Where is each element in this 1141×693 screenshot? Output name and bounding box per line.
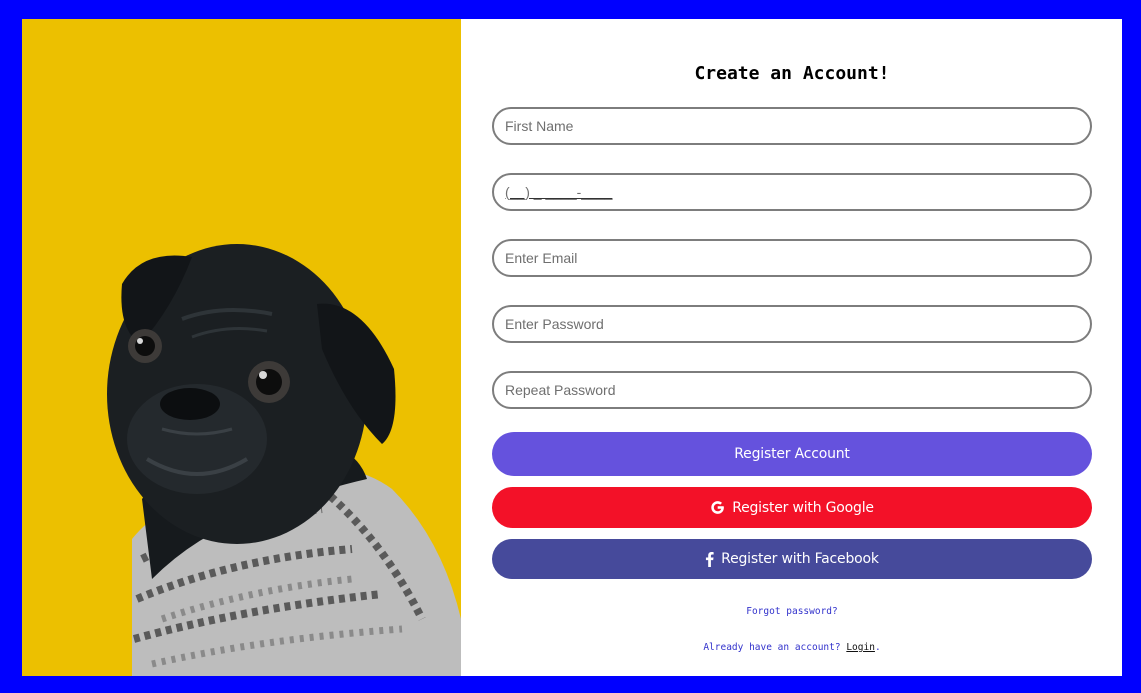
google-icon bbox=[710, 500, 725, 515]
password-input[interactable] bbox=[492, 305, 1092, 343]
phone-input[interactable] bbox=[492, 173, 1092, 211]
forgot-password-row: Forgot password? bbox=[492, 606, 1092, 617]
registration-form: Create an Account! Register Account Regi… bbox=[492, 19, 1092, 676]
have-account-text: Already have an account? bbox=[703, 642, 841, 653]
have-account-suffix: . bbox=[874, 642, 881, 653]
register-account-button[interactable]: Register Account bbox=[492, 432, 1092, 476]
email-input[interactable] bbox=[492, 239, 1092, 277]
login-prompt: Already have an account? Login. bbox=[492, 642, 1092, 653]
register-google-label: Register with Google bbox=[732, 499, 874, 516]
register-facebook-button[interactable]: Register with Facebook bbox=[492, 539, 1092, 579]
register-facebook-label: Register with Facebook bbox=[721, 551, 879, 567]
forgot-password-link[interactable]: Forgot password? bbox=[746, 606, 838, 617]
form-title: Create an Account! bbox=[694, 63, 890, 84]
register-google-button[interactable]: Register with Google bbox=[492, 487, 1092, 528]
facebook-icon bbox=[705, 551, 714, 567]
repeat-password-input[interactable] bbox=[492, 371, 1092, 409]
first-name-input[interactable] bbox=[492, 107, 1092, 145]
pug-photo bbox=[22, 19, 461, 676]
login-link[interactable]: Login bbox=[846, 642, 875, 653]
register-account-label: Register Account bbox=[734, 446, 850, 462]
signup-card: Create an Account! Register Account Regi… bbox=[22, 19, 1122, 676]
